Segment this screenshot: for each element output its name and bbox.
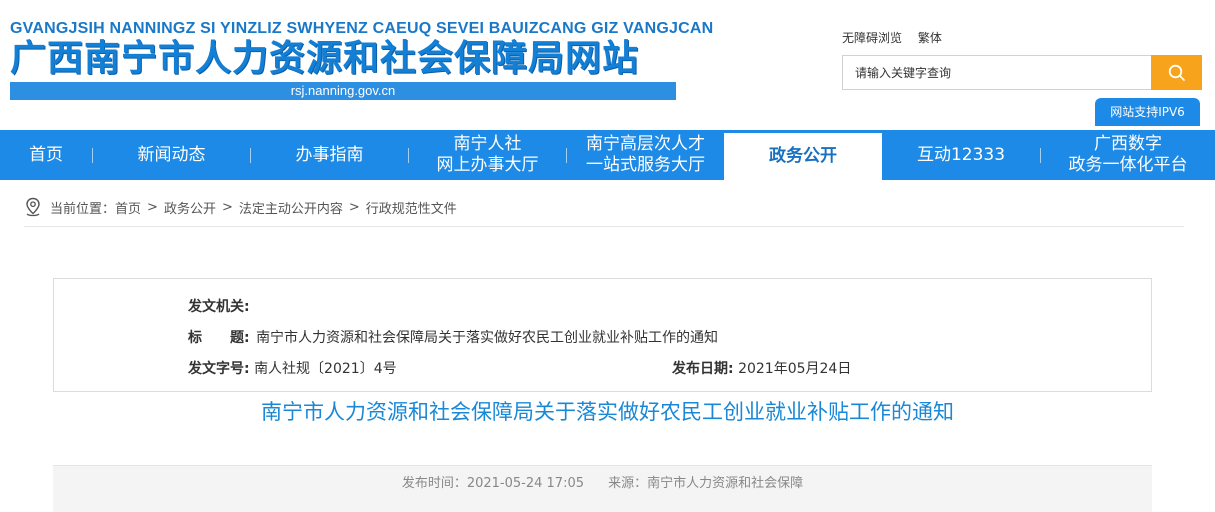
nav-item-line: 网上办事大厅 [436, 155, 539, 175]
nav-item-line: 一站式服务大厅 [586, 155, 705, 175]
nav-item-news[interactable]: 新闻动态 [93, 130, 250, 180]
document-info-box: 发文机关: 标 题: 南宁市人力资源和社会保障局关于落实做好农民工创业就业补贴工作… [53, 278, 1152, 392]
nav-item-line: 南宁高层次人才 [586, 134, 705, 154]
issuer-row: 发文机关: [188, 296, 250, 316]
nav-item-digital-platform[interactable]: 广西数字 政务一体化平台 [1041, 130, 1215, 180]
nav-item-guide[interactable]: 办事指南 [251, 130, 408, 180]
breadcrumb-gov-affairs[interactable]: 政务公开 [164, 198, 216, 217]
nav-item-talent-hall[interactable]: 南宁高层次人才 一站式服务大厅 [567, 130, 724, 180]
top-links: 无障碍浏览 繁体 [842, 29, 954, 46]
breadcrumb-statutory[interactable]: 法定主动公开内容 [239, 198, 343, 217]
title-label-char1: 标 [188, 330, 202, 346]
nav-item-online-hall[interactable]: 南宁人社 网上办事大厅 [409, 130, 566, 180]
search-button[interactable] [1151, 55, 1202, 90]
breadcrumb-divider [24, 226, 1184, 227]
logo-url: rsj.nanning.gov.cn [10, 82, 676, 100]
logo-title: 广西南宁市人力资源和社会保障局网站 [10, 38, 640, 79]
date-row: 发布日期: 2021年05月24日 [672, 358, 851, 378]
search-bar [842, 55, 1202, 90]
title-row: 标 题: 南宁市人力资源和社会保障局关于落实做好农民工创业就业补贴工作的通知 [188, 327, 718, 347]
docno-label: 发文字号: [188, 361, 250, 377]
docno-value: 南人社规〔2021〕4号 [254, 361, 397, 377]
title-label-char2: 题: [230, 330, 250, 346]
nav-item-line: 南宁人社 [453, 134, 522, 154]
location-pin-icon [26, 197, 40, 217]
article-title: 南宁市人力资源和社会保障局关于落实做好农民工创业就业补贴工作的通知 [261, 400, 954, 424]
date-label: 发布日期: [672, 361, 734, 377]
article-meta: 发布时间：2021-05-24 17:05 来源：南宁市人力资源和社会保障 [53, 472, 1152, 491]
nav-item-line: 政务一体化平台 [1068, 155, 1188, 175]
breadcrumb-separator: > [221, 199, 233, 215]
issuer-label: 发文机关: [188, 299, 250, 315]
site-logo[interactable]: GVANGJSIH NANNINGZ SI YINZLIZ SWHYENZ CA… [10, 20, 714, 100]
title-value: 南宁市人力资源和社会保障局关于落实做好农民工创业就业补贴工作的通知 [256, 330, 719, 346]
docno-row: 发文字号: 南人社规〔2021〕4号 [188, 358, 397, 378]
nav-item-interaction[interactable]: 互动12333 [882, 130, 1040, 180]
breadcrumb-prefix: 当前位置： [50, 201, 116, 217]
breadcrumb-home[interactable]: 首页 [115, 198, 141, 217]
accessible-browse-link[interactable]: 无障碍浏览 [842, 31, 902, 45]
breadcrumb: 当前位置： 首页 > 政务公开 > 法定主动公开内容 > 行政规范性文件 [24, 197, 457, 217]
breadcrumb-normative-docs[interactable]: 行政规范性文件 [366, 198, 457, 217]
nav-item-line: 广西数字 [1094, 134, 1162, 154]
traditional-chinese-link[interactable]: 繁体 [918, 31, 942, 45]
date-value: 2021年05月24日 [738, 361, 852, 377]
article-source: 来源：南宁市人力资源和社会保障 [608, 476, 804, 491]
ipv6-badge[interactable]: 网站支持IPV6 [1095, 98, 1200, 126]
article-meta-bar: 发布时间：2021-05-24 17:05 来源：南宁市人力资源和社会保障 [53, 465, 1152, 512]
main-nav: 首页 新闻动态 办事指南 南宁人社 网上办事大厅 南宁高层次人才 一站式服务大厅… [0, 130, 1215, 180]
breadcrumb-separator: > [348, 199, 360, 215]
nav-item-gov-affairs[interactable]: 政务公开 [724, 133, 882, 180]
search-icon [1168, 64, 1185, 81]
logo-pinyin: GVANGJSIH NANNINGZ SI YINZLIZ SWHYENZ CA… [10, 20, 714, 37]
search-input[interactable] [843, 56, 1151, 89]
site-header: GVANGJSIH NANNINGZ SI YINZLIZ SWHYENZ CA… [0, 0, 1215, 130]
nav-item-home[interactable]: 首页 [0, 130, 92, 180]
breadcrumb-separator: > [147, 199, 158, 215]
publish-time: 发布时间：2021-05-24 17:05 [401, 476, 584, 491]
